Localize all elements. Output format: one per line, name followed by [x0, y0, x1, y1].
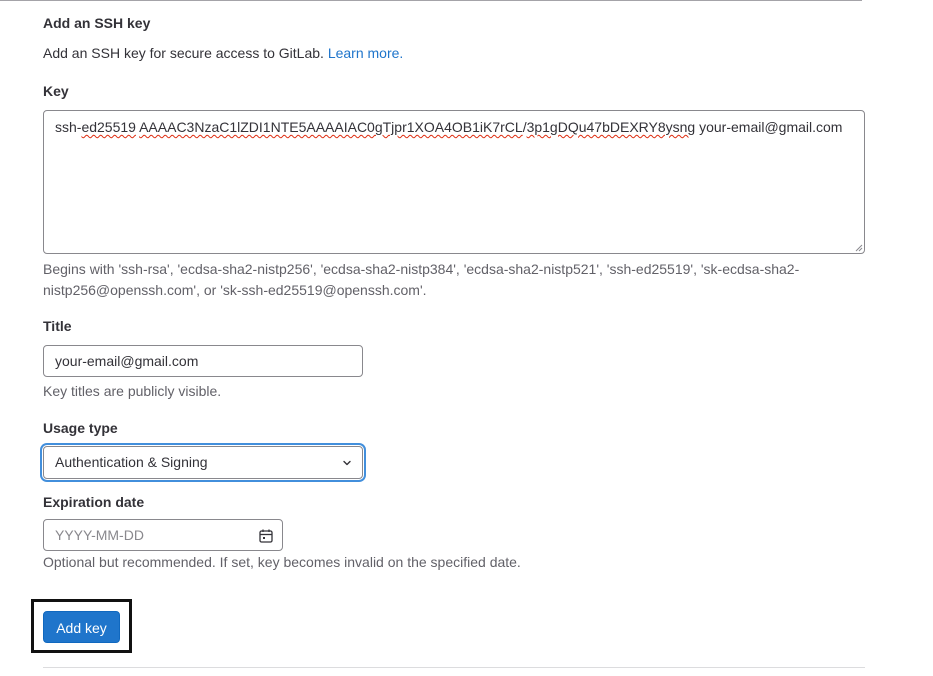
expiration-help-text: Optional but recommended. If set, key be… — [43, 554, 521, 570]
usage-type-label: Usage type — [43, 420, 118, 436]
section-description: Add an SSH key for secure access to GitL… — [43, 45, 403, 61]
resize-grip-icon[interactable] — [855, 244, 863, 252]
bottom-divider — [43, 667, 865, 668]
chevron-down-icon — [343, 460, 351, 466]
title-help-text: Key titles are publicly visible. — [43, 383, 222, 399]
learn-more-link[interactable]: Learn more. — [328, 45, 403, 61]
key-label: Key — [43, 83, 69, 99]
section-description-text: Add an SSH key for secure access to GitL… — [43, 45, 324, 61]
key-text-prefix: ssh- — [55, 119, 82, 135]
key-text-comment: your-email@gmail.com — [695, 119, 843, 135]
key-text-body-b: 3p1gDQu47bDEXRY8ysng — [526, 119, 696, 135]
top-divider — [0, 0, 862, 1]
key-text-body-a: AAAAC3NzaC1lZDI1NTE5AAAAIAC0gTjpr1XOA4OB… — [139, 119, 523, 135]
expiration-placeholder: YYYY-MM-DD — [55, 527, 144, 543]
title-label: Title — [43, 318, 72, 334]
key-text-type: ed25519 — [81, 119, 136, 135]
usage-type-select[interactable]: Authentication & Signing — [43, 446, 363, 479]
add-key-button[interactable]: Add key — [43, 611, 120, 643]
title-input[interactable]: your-email@gmail.com — [43, 345, 363, 377]
expiration-label: Expiration date — [43, 494, 145, 510]
key-textarea[interactable]: ssh-ed25519 AAAAC3NzaC1lZDI1NTE5AAAAIAC0… — [43, 110, 865, 254]
expiration-date-input[interactable]: YYYY-MM-DD — [43, 519, 283, 551]
section-title: Add an SSH key — [43, 15, 151, 31]
usage-type-selected: Authentication & Signing — [55, 454, 208, 470]
key-help-text: Begins with 'ssh-rsa', 'ecdsa-sha2-nistp… — [43, 261, 800, 298]
calendar-icon[interactable] — [258, 528, 274, 544]
